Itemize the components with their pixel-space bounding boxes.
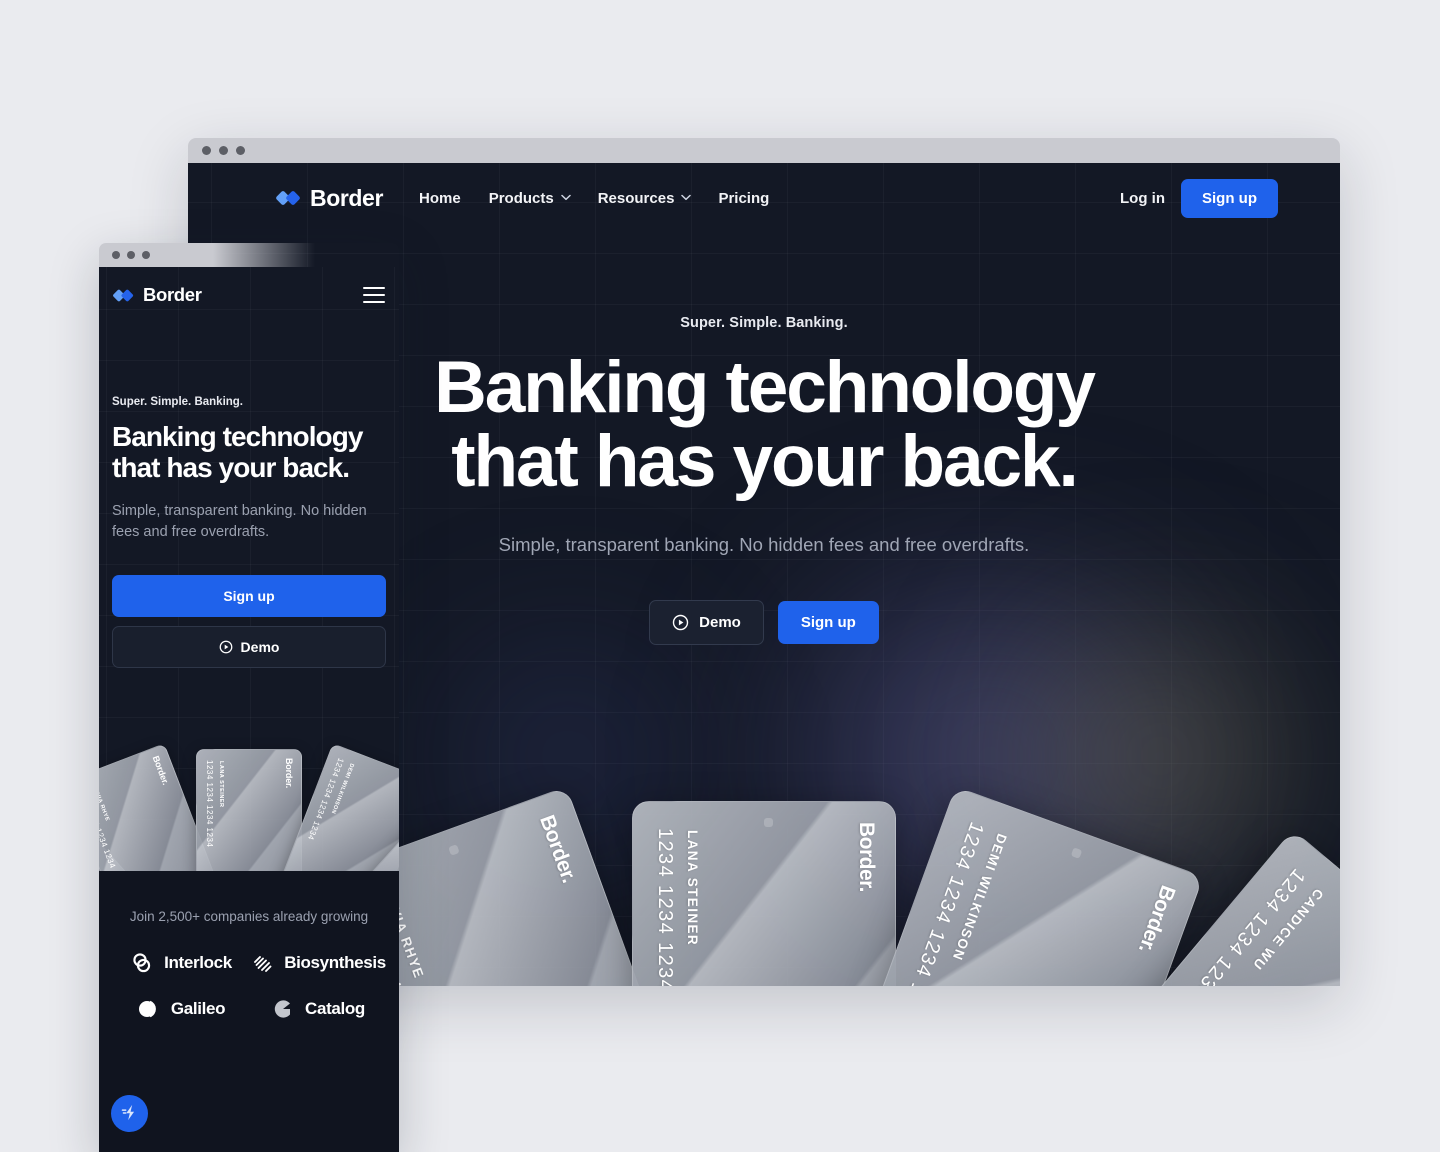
border-diamond-logo-icon (276, 187, 301, 209)
company-logo-biosynthesis[interactable]: Biosynthesis (249, 950, 386, 976)
login-link[interactable]: Log in (1120, 190, 1165, 207)
card-brand: Border. (535, 812, 581, 886)
brand-name: Border (143, 284, 202, 305)
mobile-titlebar (99, 243, 399, 267)
hero-title-line-1: Banking technology (434, 347, 1096, 428)
company-logo-interlock[interactable]: Interlock (129, 950, 232, 976)
hero-eyebrow: Super. Simple. Banking. (112, 396, 244, 408)
card-brand: Border. (284, 758, 294, 789)
chevron-down-icon (681, 194, 692, 203)
hero-signup-button[interactable]: Sign up (777, 600, 879, 644)
demo-button[interactable]: Demo (112, 626, 386, 669)
mobile-hero: Super. Simple. Banking. Banking technolo… (99, 323, 399, 669)
card-brand: Border. (150, 754, 171, 787)
card-brand: Border. (855, 822, 878, 893)
social-proof-caption: Join 2,500+ companies already growing (129, 909, 369, 924)
demo-button-label: Demo (240, 639, 280, 656)
mobile-hero-actions: Sign up Demo (112, 575, 386, 669)
card-brand: Border. (1134, 882, 1180, 956)
desktop-nav-actions: Log in Sign up (1120, 178, 1278, 218)
card-number: 1234 1234 1234 1234 (654, 828, 676, 986)
company-logo-label: Catalog (305, 999, 365, 1018)
hero-title-line-2: that has your back. (451, 421, 1079, 503)
demo-button[interactable]: Demo (649, 599, 764, 645)
company-logo-label: Biosynthesis (284, 953, 386, 972)
hero-title: Banking technology that has your back. (112, 421, 386, 484)
card-chip-icon (1070, 847, 1083, 859)
nav-item-products[interactable]: Products (488, 189, 571, 207)
desktop-navbar: Border Home Products Resources Pricing L… (188, 163, 1340, 233)
minimize-dot-icon[interactable] (127, 251, 135, 259)
credit-card: Border. 1234 1234 1234 1234 LANA STEINER… (632, 801, 896, 986)
nav-item-products-label: Products (488, 189, 554, 207)
assistant-fab-button[interactable] (111, 1095, 148, 1132)
hamburger-menu-icon[interactable] (363, 287, 385, 303)
maximize-dot-icon[interactable] (236, 146, 245, 155)
brand-logo[interactable]: Border (276, 185, 383, 212)
company-logo-catalog[interactable]: Catalog (270, 996, 365, 1022)
signup-button[interactable]: Sign up (1181, 178, 1278, 218)
card-number: 1234 1234 1234 1234 (205, 760, 214, 848)
nav-item-resources[interactable]: Resources (597, 189, 692, 207)
mobile-navbar: Border (99, 267, 399, 323)
card-chip-icon (448, 844, 460, 856)
nav-item-resources-label: Resources (597, 189, 675, 207)
desktop-titlebar (188, 138, 1340, 163)
close-dot-icon[interactable] (202, 146, 211, 155)
company-logo-label: Interlock (164, 953, 232, 972)
mobile-browser-window: Border Super. Simple. Banking. Banking t… (99, 243, 399, 1152)
company-logo-galileo[interactable]: Galileo (136, 996, 225, 1022)
close-dot-icon[interactable] (112, 251, 120, 259)
company-logo-label: Galileo (170, 999, 226, 1018)
play-circle-icon (219, 640, 233, 654)
chevron-down-icon (560, 194, 571, 203)
mobile-site-viewport: Border Super. Simple. Banking. Banking t… (99, 267, 399, 1152)
hero-title-line-1: Banking technology (112, 421, 363, 452)
company-logo-grid: Interlock Biosynthesis Galileo Catalog (112, 950, 386, 1022)
minimize-dot-icon[interactable] (219, 146, 228, 155)
border-diamond-logo-icon (113, 286, 134, 305)
nav-item-home[interactable]: Home (419, 190, 461, 207)
maximize-dot-icon[interactable] (142, 251, 150, 259)
demo-button-label: Demo (699, 613, 741, 631)
card-chip-icon (764, 818, 773, 827)
signup-button[interactable]: Sign up (112, 575, 386, 618)
catalog-c-icon (270, 996, 296, 1022)
hero-subtitle: Simple, transparent banking. No hidden f… (112, 502, 367, 541)
play-circle-icon (672, 614, 689, 631)
galileo-moon-icon (136, 996, 162, 1022)
lightning-bolt-icon (120, 1103, 139, 1125)
biosynthesis-strokes-icon (249, 950, 275, 976)
brand-logo[interactable]: Border (113, 284, 202, 306)
screenshot-stage: Border Home Products Resources Pricing L… (0, 0, 1440, 1152)
nav-item-pricing[interactable]: Pricing (718, 190, 769, 207)
desktop-nav-links: Home Products Resources Pricing (419, 190, 769, 207)
card-holder-name: LANA STEINER (218, 761, 224, 808)
card-holder-name: LANA STEINER (685, 830, 700, 947)
interlock-rings-icon (129, 950, 155, 976)
brand-name: Border (310, 184, 384, 211)
nav-item-home-label: Home (419, 189, 461, 207)
nav-item-pricing-label: Pricing (718, 189, 770, 207)
card-holder-name: OLIVIA RHYE (99, 782, 111, 823)
hero-title-line-2: that has your back. (112, 452, 350, 484)
